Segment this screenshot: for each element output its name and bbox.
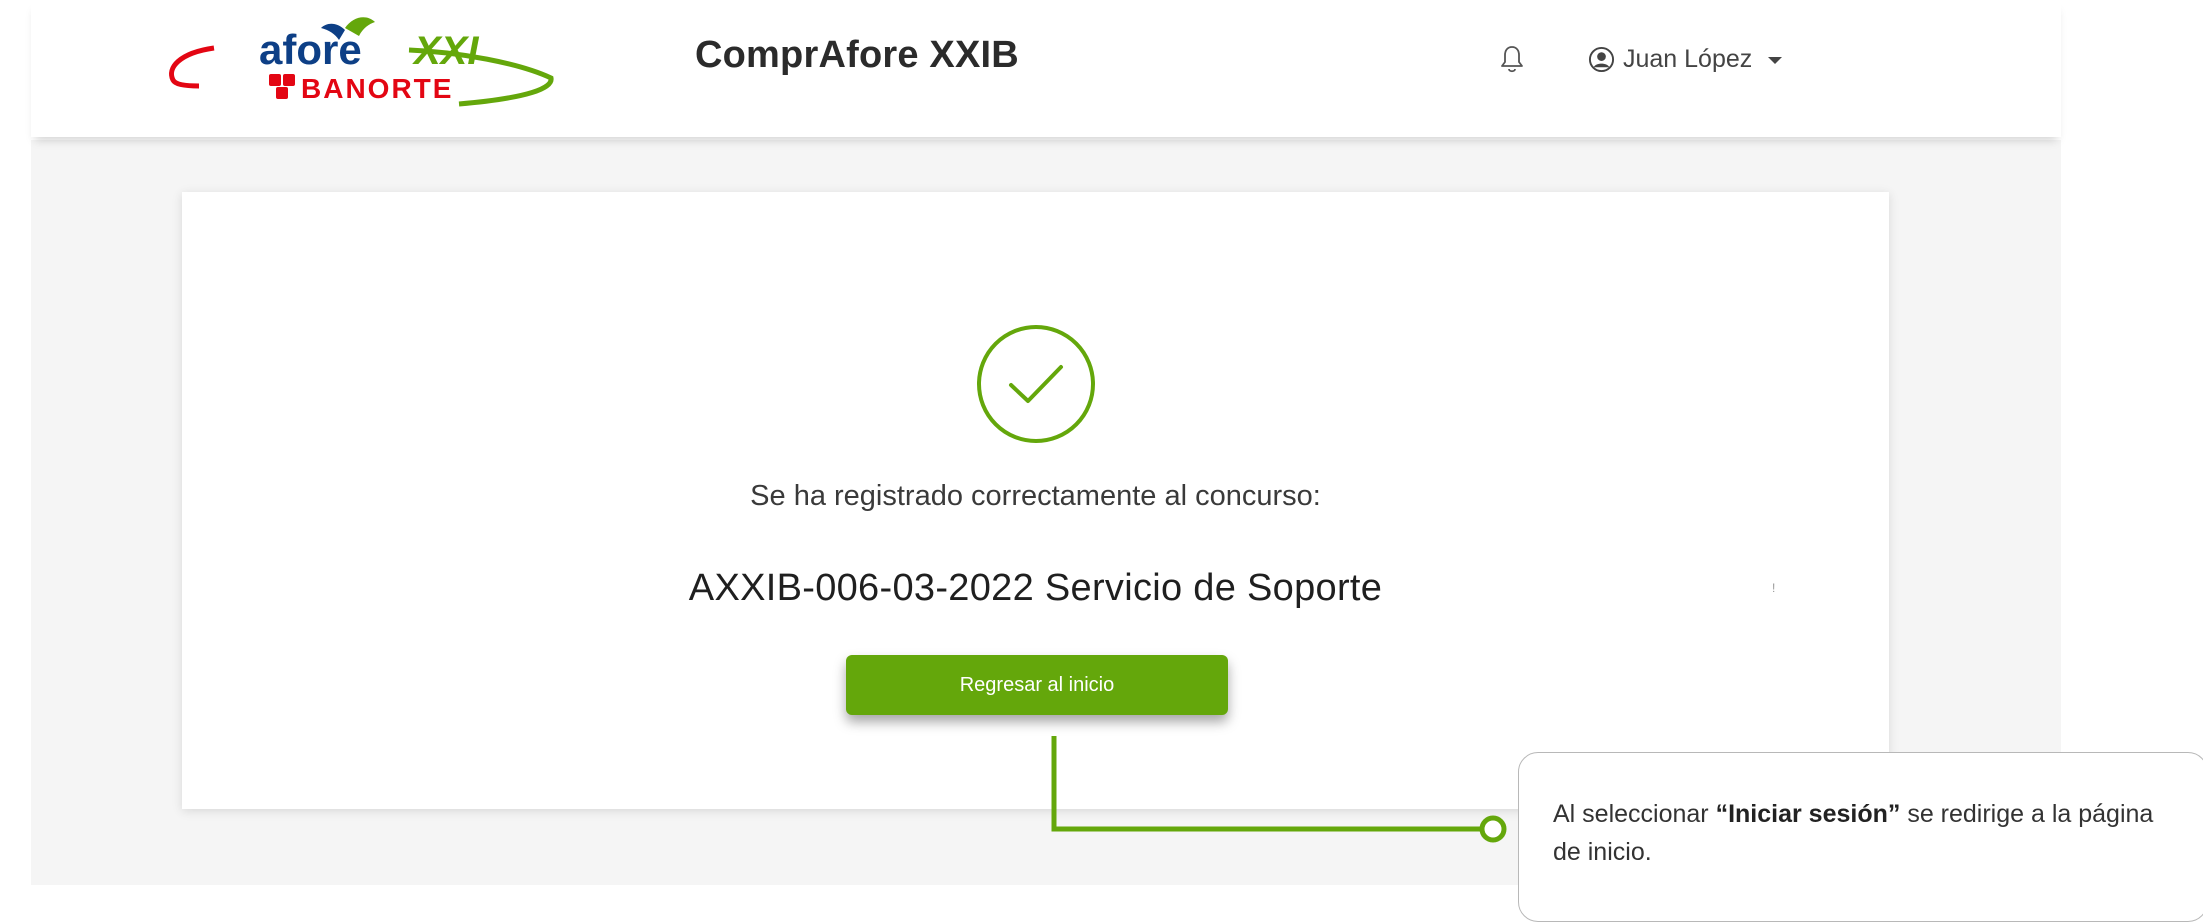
callout-highlight: “Iniciar sesión” <box>1715 800 1901 828</box>
annotation-callout: Al seleccionar “Iniciar sesión” se redir… <box>1518 752 2203 922</box>
callout-prefix: Al seleccionar <box>1553 800 1716 828</box>
